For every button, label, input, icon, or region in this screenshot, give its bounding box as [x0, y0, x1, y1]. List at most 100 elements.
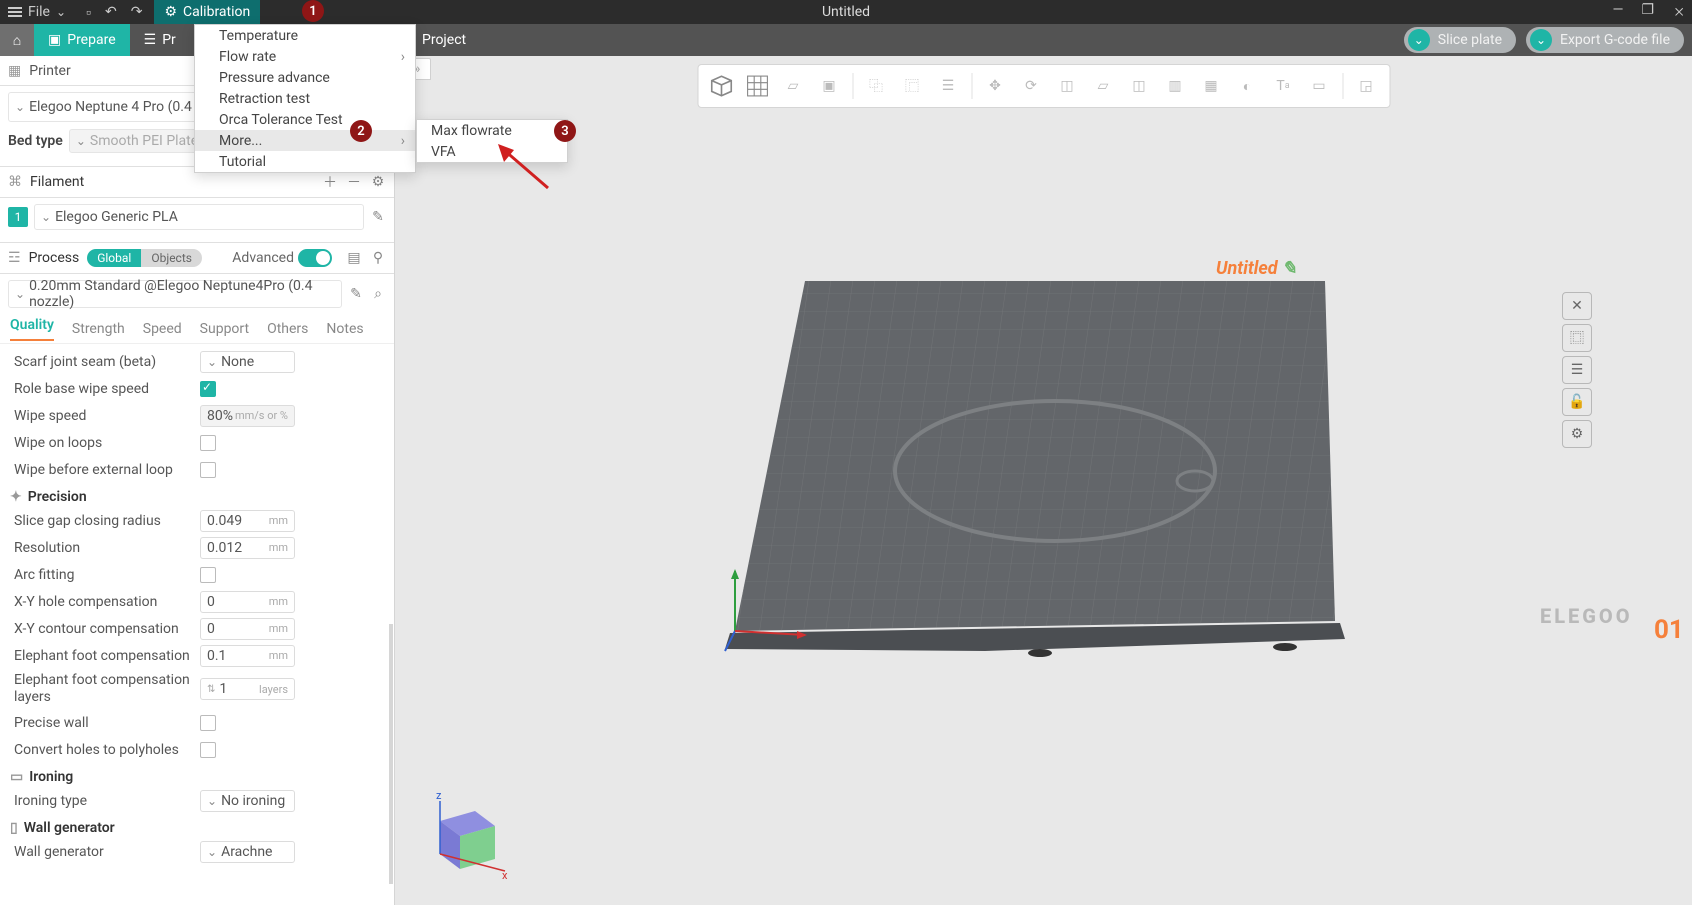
menu-item-tutorial[interactable]: Tutorial	[195, 151, 415, 172]
measure-icon[interactable]: ▭	[1302, 69, 1336, 103]
maximize-button[interactable]: ❐	[1641, 2, 1654, 22]
add-filament-button[interactable]: ＋	[322, 174, 338, 190]
edit-icon[interactable]: ✎	[1282, 258, 1297, 279]
menu-item-pressure[interactable]: Pressure advance	[195, 67, 415, 88]
setting-scarf-seam-value[interactable]: None	[200, 351, 295, 373]
menu-item-temperature[interactable]: Temperature	[195, 25, 415, 46]
setting-precise-wall-checkbox[interactable]	[200, 715, 216, 731]
paste-icon[interactable]: ⿸	[895, 69, 929, 103]
home-button[interactable]: ⌂	[0, 24, 34, 56]
scope-global[interactable]: Global	[87, 249, 141, 267]
text-icon[interactable]: Ta	[1266, 69, 1300, 103]
minimize-button[interactable]: —	[1613, 2, 1624, 22]
setting-arc-checkbox[interactable]	[200, 567, 216, 583]
undo-icon[interactable]: ↶	[105, 4, 117, 21]
edit-filament-button[interactable]: ✎	[370, 209, 386, 225]
chevron-down-icon[interactable]: ⌄	[1530, 29, 1552, 51]
scrollbar[interactable]	[389, 624, 393, 884]
slice-button[interactable]: ⌄Slice plate	[1404, 27, 1516, 53]
mesh-icon[interactable]: ▥	[1158, 69, 1192, 103]
subtab-notes[interactable]: Notes	[326, 321, 363, 337]
setting-role-wipe-checkbox[interactable]	[200, 381, 216, 397]
subtab-strength[interactable]: Strength	[72, 321, 125, 337]
setting-elephant-value[interactable]: 0.1mm	[200, 645, 295, 667]
support-paint-icon[interactable]: ▦	[1194, 69, 1228, 103]
layout-icon[interactable]: ☰	[931, 69, 965, 103]
chevron-down-icon[interactable]: ⌄	[1408, 29, 1430, 51]
filament-select[interactable]: Elegoo Generic PLA	[34, 204, 364, 230]
list-view-icon[interactable]: ☰	[1562, 356, 1592, 384]
calibration-menu[interactable]: ⚙ Calibration	[154, 0, 260, 24]
tab-prepare-label: Prepare	[67, 32, 115, 48]
menu-item-retraction[interactable]: Retraction test	[195, 88, 415, 109]
setting-xy-hole-value[interactable]: 0mm	[200, 591, 295, 613]
scope-objects[interactable]: Objects	[141, 249, 202, 267]
tab-preview[interactable]: ☰Pr	[130, 24, 190, 56]
close-plate-icon[interactable]: ✕	[1562, 292, 1592, 320]
export-gcode-button[interactable]: ⌄Export G-code file	[1526, 27, 1684, 53]
document-title: Untitled	[822, 4, 870, 20]
add-object-icon[interactable]	[704, 69, 738, 103]
setting-wipe-loops-checkbox[interactable]	[200, 435, 216, 451]
menu-item-max-flowrate[interactable]: Max flowrate	[417, 120, 567, 141]
rotate-icon[interactable]: ⟳	[1014, 69, 1048, 103]
setting-resolution-value[interactable]: 0.012mm	[200, 537, 295, 559]
view-settings-icon[interactable]: ⚙	[1562, 420, 1592, 448]
file-menu[interactable]: File	[0, 0, 74, 24]
subtab-speed[interactable]: Speed	[143, 321, 182, 337]
setting-wipe-before-ext-checkbox[interactable]	[200, 462, 216, 478]
orientation-gizmo[interactable]: z x	[420, 791, 510, 891]
settings-list[interactable]: Scarf joint seam (beta)None Role base wi…	[0, 344, 394, 905]
filament-settings-button[interactable]: ⚙	[370, 174, 386, 190]
setting-wipe-speed-value[interactable]: 80%mm/s or %	[200, 405, 295, 427]
remove-filament-button[interactable]: －	[346, 174, 362, 190]
plate-name-text: Untitled	[1216, 258, 1278, 279]
menu-item-tolerance[interactable]: Orca Tolerance Test	[195, 109, 415, 130]
group-ironing-label[interactable]: Ironing	[29, 769, 73, 785]
filament-index[interactable]: 1	[8, 207, 28, 227]
edit-profile-button[interactable]: ✎	[348, 286, 364, 302]
scale-icon[interactable]: ◫	[1050, 69, 1084, 103]
move-icon[interactable]: ✥	[978, 69, 1012, 103]
fit-view-icon[interactable]: ⿴	[1562, 324, 1592, 352]
subtab-quality[interactable]: Quality	[10, 317, 54, 341]
copy-icon[interactable]: ⿻	[859, 69, 893, 103]
settings-button[interactable]: ⚲	[370, 250, 386, 266]
setting-slice-gap-value[interactable]: 0.049mm	[200, 510, 295, 532]
arrange-icon[interactable]: ▱	[776, 69, 810, 103]
search-settings-button[interactable]: ⌕	[370, 286, 386, 302]
setting-convert-poly-checkbox[interactable]	[200, 742, 216, 758]
group-precision-label[interactable]: Precision	[28, 489, 87, 505]
scope-toggle[interactable]: Global Objects	[87, 249, 202, 267]
lock-icon[interactable]: 🔓	[1562, 388, 1592, 416]
plate-name-label[interactable]: Untitled✎	[1216, 258, 1297, 279]
setting-elephant-layers-value[interactable]: ⇅1layers	[200, 678, 295, 700]
orient-icon[interactable]: ▣	[812, 69, 846, 103]
cube-icon: ▣	[48, 32, 61, 48]
place-icon[interactable]: ▱	[1086, 69, 1120, 103]
hamburger-icon	[8, 7, 22, 17]
subtab-others[interactable]: Others	[267, 321, 308, 337]
menu-item-more[interactable]: More...	[195, 130, 415, 151]
3d-viewport[interactable]: » ▱ ▣ ⿻ ⿸ ☰ ✥ ⟳ ◫ ▱ ◫ ▥ ▦ ◐ Ta ▭ ◲	[395, 56, 1692, 905]
menu-item-flowrate[interactable]: Flow rate	[195, 46, 415, 67]
setting-xy-contour-value[interactable]: 0mm	[200, 618, 295, 640]
tab-prepare[interactable]: ▣ Prepare	[34, 24, 130, 56]
subtab-support[interactable]: Support	[200, 321, 249, 337]
seam-paint-icon[interactable]: ◐	[1230, 69, 1264, 103]
compare-button[interactable]: ▤	[346, 250, 362, 266]
redo-icon[interactable]: ↷	[131, 4, 143, 21]
assembly-icon[interactable]: ◲	[1349, 69, 1383, 103]
group-wallgen-label[interactable]: Wall generator	[24, 820, 115, 836]
save-icon[interactable]: ▫	[86, 4, 91, 21]
value-text: 0.1	[207, 648, 226, 664]
advanced-toggle[interactable]	[298, 249, 332, 267]
setting-wallgen-value[interactable]: Arachne	[200, 841, 295, 863]
process-profile-select[interactable]: 0.20mm Standard @Elegoo Neptune4Pro (0.4…	[8, 280, 342, 308]
cut-icon[interactable]: ◫	[1122, 69, 1156, 103]
close-button[interactable]: ＋	[1667, 0, 1691, 24]
setting-slice-gap-label: Slice gap closing radius	[14, 513, 194, 529]
stepper-icon[interactable]: ⇅	[207, 684, 215, 695]
setting-ironing-type-value[interactable]: No ironing	[200, 790, 295, 812]
add-plate-icon[interactable]	[740, 69, 774, 103]
